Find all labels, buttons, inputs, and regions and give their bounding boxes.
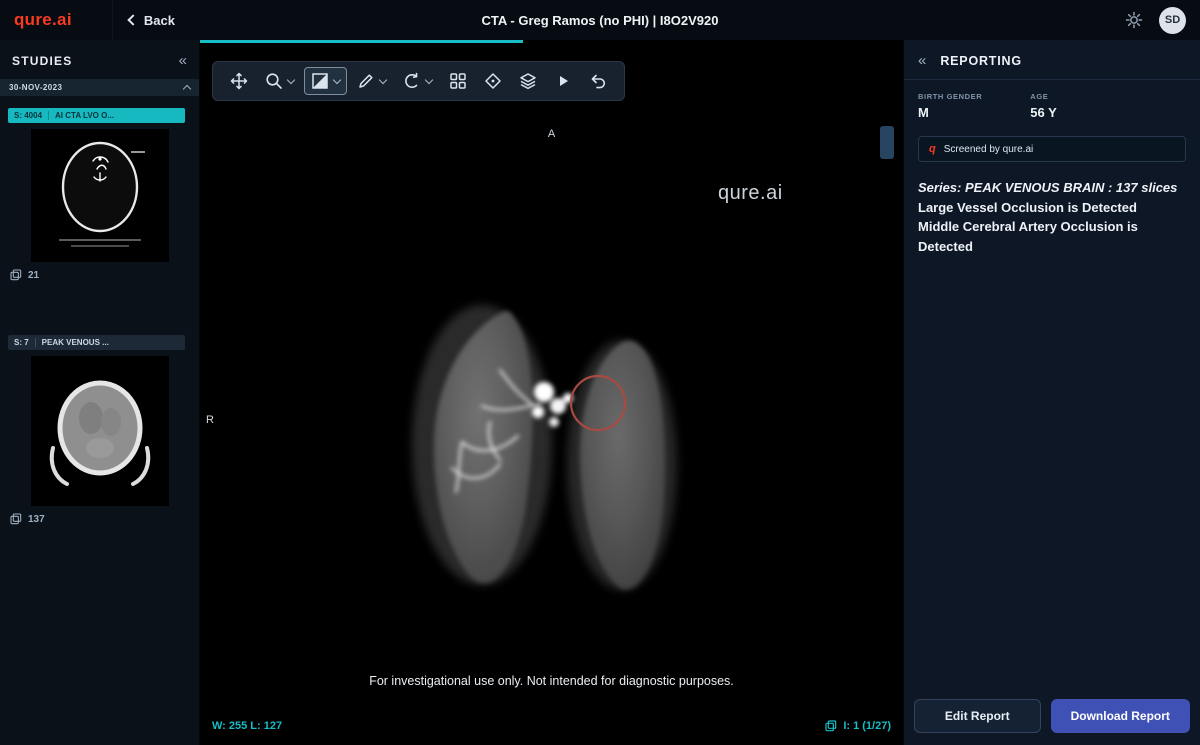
age-value: 56 Y [1030,105,1057,120]
app-window: qure.ai Back CTA - Greg Ramos (no PHI) |… [0,0,1200,745]
cine-play-button[interactable] [547,67,579,95]
collapse-sidebar-button[interactable]: « [179,53,187,68]
qure-watermark: qure.ai [718,182,783,204]
chevron-down-icon[interactable] [424,75,434,85]
topbar-divider [111,0,113,40]
series-count-row: 21 [0,262,199,281]
investigational-disclaimer: For investigational use only. Not intend… [369,674,734,688]
series-count-row: 137 [0,506,199,525]
reporting-title: REPORTING [940,53,1022,68]
birth-gender-value: M [918,105,929,120]
series-id: S: 4004 [14,111,43,120]
reporting-header: « REPORTING [904,40,1200,80]
edit-report-button[interactable]: Edit Report [914,699,1041,733]
studies-title: STUDIES [12,53,73,68]
undo-button[interactable] [582,67,614,95]
finding-mca: Middle Cerebral Artery Occlusion is Dete… [918,219,1138,254]
qure-logo: qure.ai [14,10,72,29]
series-thumbnail-cta[interactable] [30,129,169,262]
orientation-marker-anterior: A [547,128,556,140]
stack-icon [825,720,837,732]
series-name: PEAK VENOUS ... [34,338,109,347]
probe-diamond-icon [485,73,501,89]
avatar[interactable]: SD [1159,6,1186,34]
chevron-down-icon[interactable] [378,75,388,85]
top-bar: qure.ai Back CTA - Greg Ramos (no PHI) |… [0,0,1200,40]
download-report-button[interactable]: Download Report [1050,699,1190,733]
reporting-footer: Edit Report Download Report [904,687,1200,745]
series-image-count: 21 [28,269,40,281]
zoom-tool-button[interactable] [258,67,301,95]
finding-series: Series: PEAK VENOUS BRAIN : 137 slices [918,180,1178,195]
finding-lvo: Large Vessel Occlusion is Detected [918,199,1137,215]
slice-indicator-text: I: 1 (1/27) [843,720,891,732]
studies-sidebar: STUDIES « 30-NOV-2023 S: 4004 AI CTA LVO… [0,40,200,745]
window-level-readout: W: 255 L: 127 [212,720,283,732]
chevron-up-icon [182,84,192,93]
chevron-down-icon[interactable] [332,75,342,85]
ct-angiogram-image [412,305,677,590]
expand-reporting-button[interactable]: « [918,53,926,68]
topbar-right: SD [1125,6,1186,34]
series-image-count: 137 [28,513,45,525]
stack-scroll-tool-button[interactable] [512,67,544,95]
back-label: Back [143,12,175,28]
layers-icon [520,73,536,90]
studies-header: STUDIES « [0,40,199,79]
window-level-icon [312,73,328,89]
pencil-icon [359,74,373,88]
layout-grid-icon [450,73,466,89]
patient-demographics: BIRTH GENDER M AGE 56 Y [904,80,1200,124]
demographic-field: BIRTH GENDER M [918,92,982,120]
study-title: CTA - Greg Ramos (no PHI) | I8O2V920 [481,12,719,28]
back-button[interactable]: Back [127,12,175,28]
probe-tool-button[interactable] [477,67,509,95]
play-icon [560,76,568,86]
study-date-group[interactable]: 30-NOV-2023 [0,79,199,96]
slice-indicator: I: 1 (1/27) [825,720,891,732]
image-viewport[interactable]: A R qure.ai For investigational use only… [200,40,903,745]
series-id: S: 7 [14,338,29,347]
screened-by-badge: q Screened by qure.ai [918,136,1186,162]
zoom-icon [266,73,282,89]
stack-icon [10,269,22,281]
stack-scrollbar[interactable] [880,126,894,159]
window-level-tool-button[interactable] [304,67,347,95]
series-name: AI CTA LVO O... [48,111,114,120]
rotate-tool-button[interactable] [396,67,439,95]
study-date-label: 30-NOV-2023 [9,83,63,92]
screened-by-text: Screened by qure.ai [943,143,1034,155]
stack-icon [10,513,22,525]
age-label: AGE [1030,92,1049,101]
pan-icon [230,72,248,90]
series-item-peak-venous[interactable]: S: 7 PEAK VENOUS ... [8,335,185,350]
demographic-field: AGE 56 Y [1030,92,1057,120]
qure-mark-icon: q [929,143,936,155]
chevron-down-icon[interactable] [286,75,296,85]
chevron-left-icon [127,14,139,26]
rotate-icon [405,72,418,88]
viewer-toolbar [212,61,625,101]
pan-tool-button[interactable] [223,67,255,95]
ai-findings: Series: PEAK VENOUS BRAIN : 137 slices L… [904,170,1200,264]
layout-tool-button[interactable] [442,67,474,95]
series-item-cta-lvo[interactable]: S: 4004 AI CTA LVO O... [8,108,185,123]
annotate-tool-button[interactable] [350,67,393,95]
series-thumbnail-peak-venous[interactable] [30,356,169,506]
gear-icon[interactable] [1125,11,1143,29]
reporting-panel: « REPORTING BIRTH GENDER M AGE 56 Y q Sc… [903,40,1200,745]
undo-icon [591,74,606,89]
birth-gender-label: BIRTH GENDER [918,92,983,101]
orientation-marker-right: R [206,414,214,426]
